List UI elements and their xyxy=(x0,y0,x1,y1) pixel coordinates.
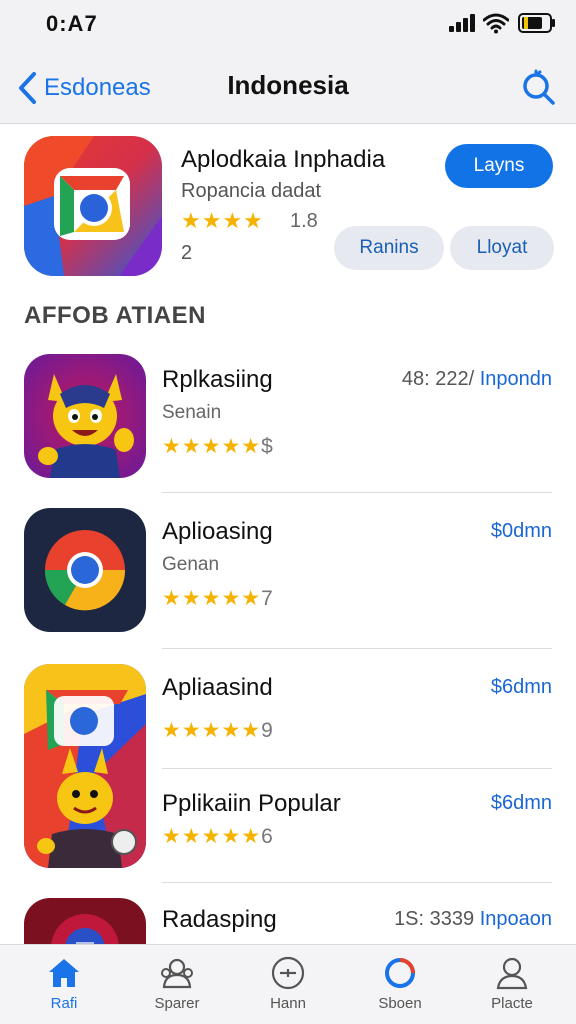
home-icon xyxy=(49,959,79,987)
tab-label: Hann xyxy=(270,995,306,1012)
app-price[interactable]: $6dmn xyxy=(491,792,552,815)
app-name: Pplikaiin Popular xyxy=(162,790,341,817)
app-price[interactable]: 1S: 3339 Inpoaon xyxy=(394,908,552,931)
search-icon[interactable] xyxy=(520,68,558,106)
divider xyxy=(162,492,552,493)
tab-ring[interactable]: Sboen xyxy=(360,951,440,1021)
app-category: Genan xyxy=(162,554,220,575)
tab-add[interactable]: Hann xyxy=(248,951,328,1021)
tab-profile[interactable]: Placte xyxy=(472,951,552,1021)
divider xyxy=(162,882,552,883)
tab-label: Sboen xyxy=(378,995,422,1012)
app-name: Radasping xyxy=(162,906,277,933)
rating-stars: ★★★★★6 xyxy=(162,825,273,848)
wifi-icon xyxy=(483,13,509,34)
featured-rating-count: 1.8 xyxy=(290,210,318,232)
app-price[interactable]: $0dmn xyxy=(491,520,552,543)
rating-stars: ★★★★★9 xyxy=(162,719,273,742)
ring-icon xyxy=(385,958,415,988)
tab-label: Placte xyxy=(491,995,533,1012)
featured-app-subtitle: Ropancia dadat xyxy=(181,180,322,202)
status-bar: 0:A7 xyxy=(0,0,576,52)
app-price[interactable]: 48: 222/ Inpondn xyxy=(402,368,552,391)
tab-bar: Rafi Sparer Hann Sboen Placte xyxy=(0,944,576,1024)
app-store-screen: 0:A7 Esdoneas Indonesia Aplodkaia Inphad… xyxy=(0,0,576,1024)
navigation-bar: Esdoneas Indonesia xyxy=(0,52,576,124)
app-name: Aplioasing xyxy=(162,518,273,545)
signal-icon xyxy=(449,14,475,32)
app-name: Rplkasiing xyxy=(162,366,273,393)
featured-app[interactable]: Aplodkaia Inphadia Ropancia dadat ★★★★ 1… xyxy=(0,124,576,294)
tab-label: Rafi xyxy=(50,995,78,1012)
list-item[interactable]: Apliaasind ★★★★★9 $6dmn xyxy=(0,662,576,772)
featured-app-icon[interactable] xyxy=(24,136,162,276)
battery-icon xyxy=(518,13,555,33)
tab-home[interactable]: Rafi xyxy=(24,951,104,1021)
app-price[interactable]: $6dmn xyxy=(491,676,552,699)
person-icon xyxy=(496,957,528,990)
featured-rank-number: 2 xyxy=(181,242,193,264)
page-title: Indonesia xyxy=(227,70,349,100)
tab-people[interactable]: Sparer xyxy=(137,951,217,1021)
monster-app-icon[interactable] xyxy=(24,354,146,478)
view-button[interactable]: Lloyat xyxy=(450,226,554,270)
app-meta: 48: 222/ xyxy=(401,368,475,390)
list-item[interactable]: Pplikaiin Popular ★★★★★6 $6dmn xyxy=(0,776,576,886)
rating-stars: ★★★★★7 xyxy=(162,587,273,610)
tab-label: Sparer xyxy=(154,995,200,1012)
browser-app-icon[interactable] xyxy=(24,508,146,632)
app-meta: 1S: 3339 xyxy=(394,908,475,930)
plus-circle-icon xyxy=(271,956,305,990)
list-item[interactable]: Aplioasing Genan ★★★★★7 $0dmn xyxy=(0,506,576,649)
app-name: Apliaasind xyxy=(162,674,273,701)
app-category: Senain xyxy=(162,402,222,423)
list-item[interactable]: Rplkasiing Senain ★★★★★$ 48: 222/ Inpond… xyxy=(0,352,576,493)
people-icon xyxy=(161,958,193,989)
get-button[interactable]: Layns xyxy=(445,144,553,188)
featured-app-title: Aplodkaia Inphadia xyxy=(181,146,386,173)
divider xyxy=(162,648,552,649)
status-time: 0:A7 xyxy=(46,11,98,36)
ranking-button[interactable]: Ranins xyxy=(334,226,444,270)
rating-stars: ★★★★★$ xyxy=(162,435,273,458)
featured-rating-stars: ★★★★ xyxy=(181,208,264,233)
divider xyxy=(162,768,552,769)
section-heading: AFFOB ATIAEN xyxy=(24,302,206,329)
